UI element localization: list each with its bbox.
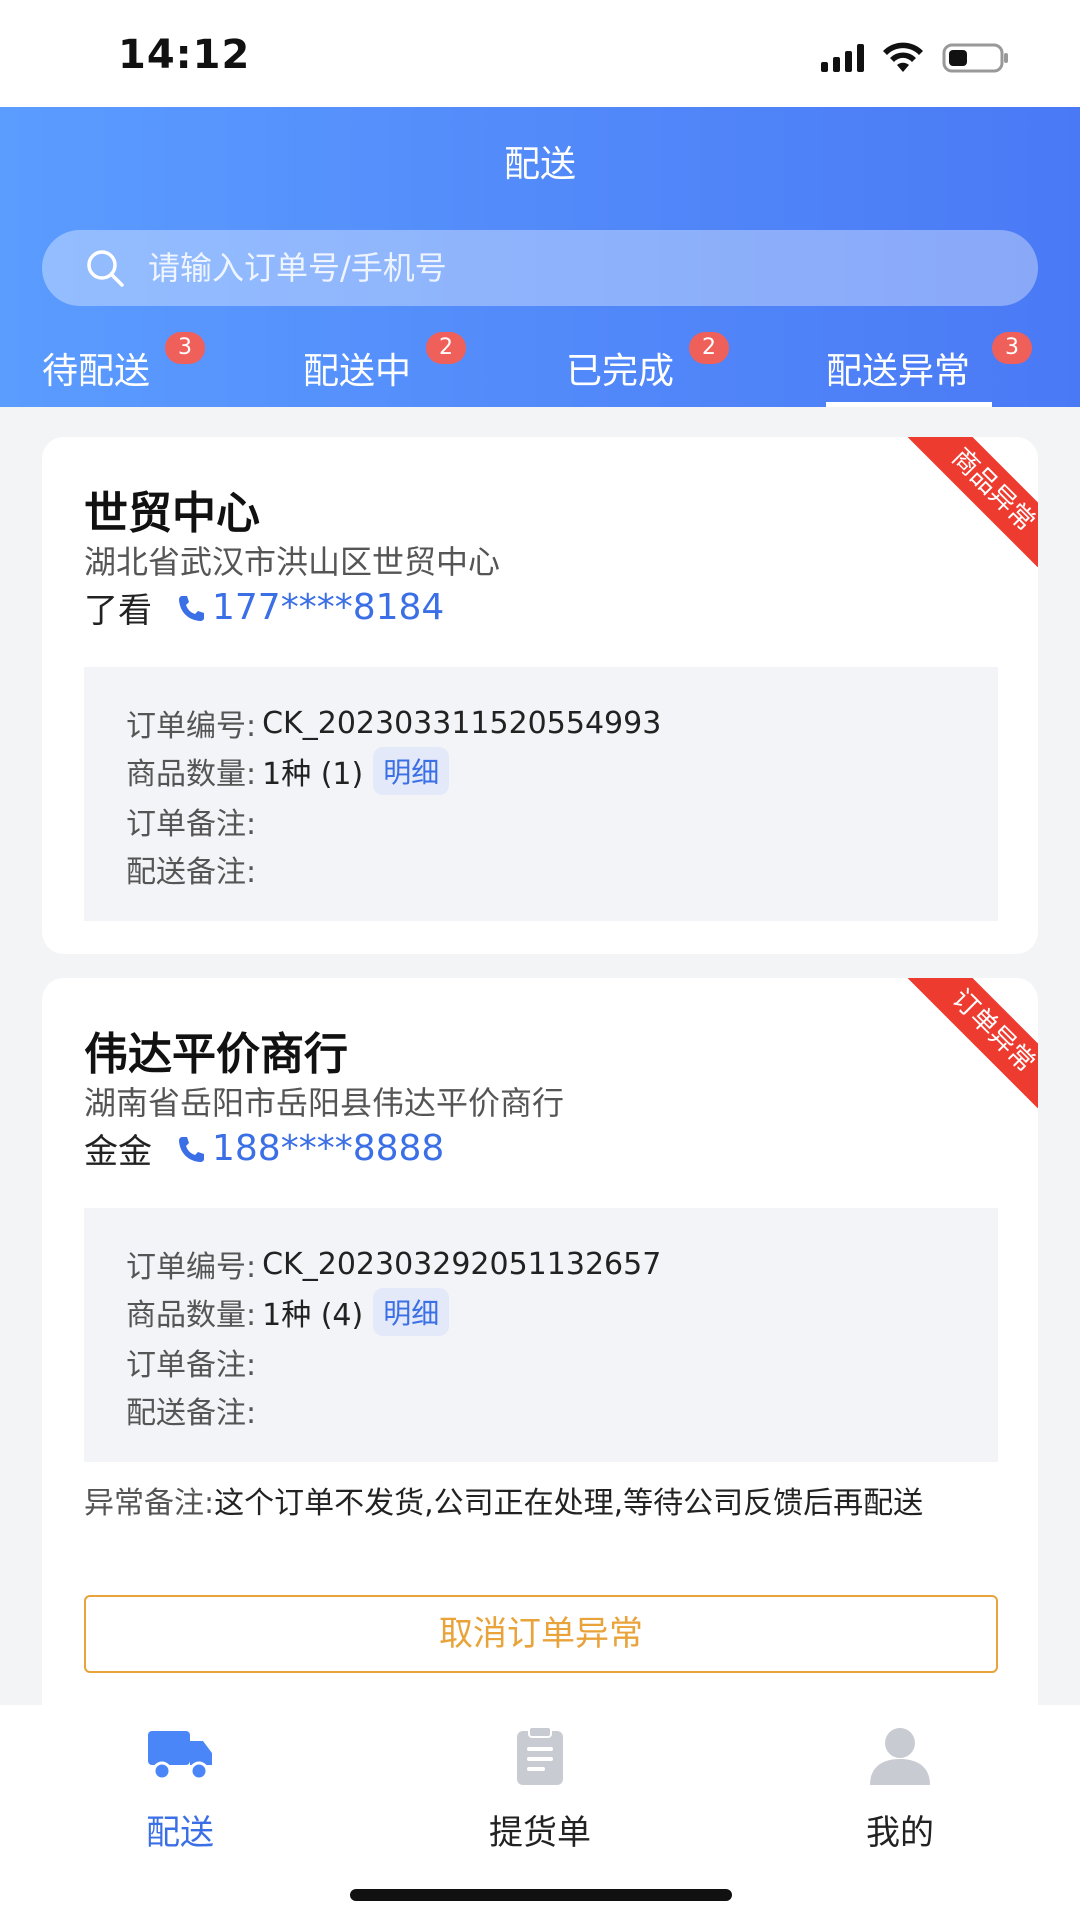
quantity-label: 商品数量: <box>126 1298 257 1333</box>
quantity-value: 1种 (1) <box>262 757 364 792</box>
order-number-row: 订单编号: CK_202303292051132657 <box>126 1242 661 1286</box>
active-tab-indicator <box>826 402 992 407</box>
delivery-note-label: 配送备注: <box>126 1396 257 1431</box>
status-bar: 14:12 <box>0 0 1080 107</box>
abnormal-note-label: 异常备注: <box>84 1486 215 1521</box>
phone-link[interactable]: 177****8184 <box>212 587 444 628</box>
phone-icon <box>179 595 204 621</box>
battery-icon <box>942 43 1008 73</box>
abnormal-note-text: 这个订单不发货,公司正在处理,等待公司反馈后再配送 <box>214 1486 924 1521</box>
quantity-row: 商品数量: 1种 (4) 明细 <box>126 1288 450 1336</box>
header: 配送 待配送 3 配送中 2 已完成 2 配送异常 3 <box>0 107 1080 407</box>
tab-badge: 3 <box>165 332 205 364</box>
quantity-row: 商品数量: 1种 (1) 明细 <box>126 747 450 795</box>
tab-badge: 2 <box>689 332 729 364</box>
page-title: 配送 <box>503 144 576 185</box>
contact-name: 了看 <box>84 591 152 631</box>
nav-label: 我的 <box>866 1813 934 1853</box>
search-icon <box>87 250 124 287</box>
order-info-box: 订单编号: CK_202303292051132657 商品数量: 1种 (4)… <box>84 1208 998 1462</box>
delivery-note-row: 配送备注: <box>126 1388 256 1432</box>
tab-label: 待配送 <box>42 351 151 392</box>
order-number: CK_202303311520554993 <box>262 705 662 741</box>
tab-label: 配送中 <box>303 351 412 392</box>
phone-icon <box>179 1136 204 1162</box>
bottom-nav: 配送 提货单 我的 <box>0 1705 1080 1920</box>
status-time: 14:12 <box>118 32 251 78</box>
tab-label: 已完成 <box>566 351 675 392</box>
store-address: 湖北省武汉市洪山区世贸中心 <box>84 543 501 581</box>
search-input[interactable] <box>148 249 948 287</box>
nav-delivery[interactable]: 配送 <box>80 1725 280 1854</box>
nav-pickup-order[interactable]: 提货单 <box>440 1725 640 1854</box>
order-number-label: 订单编号: <box>126 1250 257 1285</box>
truck-icon <box>148 1731 212 1781</box>
wifi-icon <box>883 42 923 72</box>
contact-name: 金金 <box>84 1132 152 1172</box>
order-number: CK_202303292051132657 <box>262 1246 662 1282</box>
ribbon-label: 订单异常 <box>908 978 1038 1108</box>
nav-label: 提货单 <box>489 1813 591 1853</box>
order-number-row: 订单编号: CK_202303311520554993 <box>126 701 661 745</box>
delivery-note-label: 配送备注: <box>126 855 257 890</box>
order-note-row: 订单备注: <box>126 1340 256 1384</box>
tab-badge: 2 <box>426 332 466 364</box>
cancel-abnormal-button[interactable]: 取消订单异常 <box>84 1595 998 1673</box>
order-note-row: 订单备注: <box>126 799 256 843</box>
contact: 了看 177****8184 <box>84 583 444 632</box>
user-icon <box>870 1728 930 1785</box>
order-card[interactable]: 商品异常 世贸中心 湖北省武汉市洪山区世贸中心 了看 177****8184 订… <box>42 437 1038 954</box>
tab-bar: 待配送 3 配送中 2 已完成 2 配送异常 3 <box>0 332 1080 407</box>
store-address: 湖南省岳阳市岳阳县伟达平价商行 <box>84 1084 565 1122</box>
order-info-box: 订单编号: CK_202303311520554993 商品数量: 1种 (1)… <box>84 667 998 921</box>
search-box[interactable] <box>42 230 1038 306</box>
signal-icon <box>821 44 864 72</box>
detail-button[interactable]: 明细 <box>373 747 450 795</box>
status-icons <box>821 42 1010 74</box>
quantity-label: 商品数量: <box>126 757 257 792</box>
order-note-label: 订单备注: <box>126 807 257 842</box>
home-indicator <box>350 1889 732 1901</box>
ribbon: 商品异常 <box>908 437 1038 567</box>
phone-link[interactable]: 188****8888 <box>212 1128 444 1169</box>
store-name: 世贸中心 <box>84 488 260 539</box>
contact: 金金 188****8888 <box>84 1124 444 1173</box>
store-name: 伟达平价商行 <box>84 1029 348 1080</box>
quantity-value: 1种 (4) <box>262 1298 364 1333</box>
order-number-label: 订单编号: <box>126 709 257 744</box>
order-card[interactable]: 订单异常 伟达平价商行 湖南省岳阳市岳阳县伟达平价商行 金金 188****88… <box>42 978 1038 1705</box>
ribbon-label: 商品异常 <box>908 437 1038 567</box>
clipboard-icon <box>517 1726 563 1785</box>
abnormal-note: 异常备注:这个订单不发货,公司正在处理,等待公司反馈后再配送 <box>84 1482 994 1526</box>
ribbon: 订单异常 <box>908 978 1038 1108</box>
order-note-label: 订单备注: <box>126 1348 257 1383</box>
tab-label: 配送异常 <box>826 351 971 392</box>
delivery-note-row: 配送备注: <box>126 847 256 891</box>
tab-badge: 3 <box>992 332 1032 364</box>
nav-mine[interactable]: 我的 <box>800 1725 1000 1854</box>
detail-button[interactable]: 明细 <box>373 1288 450 1336</box>
nav-label: 配送 <box>146 1813 214 1853</box>
